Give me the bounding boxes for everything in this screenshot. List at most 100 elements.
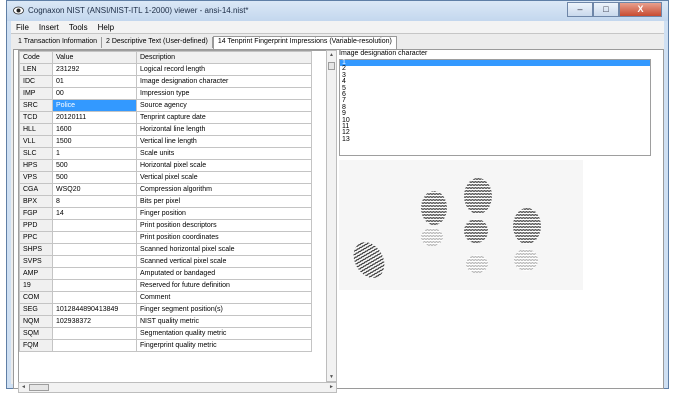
table-row[interactable]: FQM Fingerprint quality metric [19,339,312,352]
cell-value[interactable] [52,243,137,256]
cell-code: HPS [19,159,53,172]
cell-value[interactable]: 00 [52,87,137,100]
tab-strip: 1 Transaction Information 2 Descriptive … [14,36,397,49]
title-bar[interactable]: Cognaxon NIST (ANSI/NIST-ITL 1-2000) vie… [7,1,668,21]
column-header-code[interactable]: Code [19,51,53,64]
cell-value[interactable]: 01 [52,75,137,88]
cell-value[interactable] [52,339,137,352]
table-row[interactable]: COM Comment [19,291,312,304]
cell-value[interactable] [52,267,137,280]
scroll-down-arrow-icon[interactable]: ▼ [327,374,336,380]
cell-description: Bits per pixel [136,195,312,208]
table-row[interactable]: PPD Print position descriptors [19,219,312,232]
table-row[interactable]: HPS 500 Horizontal pixel scale [19,159,312,172]
table-row[interactable]: SQM Segmentation quality metric [19,327,312,340]
table-header-row: Code Value Description [19,51,312,64]
cell-description: Amputated or bandaged [136,267,312,280]
cell-value[interactable]: 8 [52,195,137,208]
cell-value[interactable]: 1012844890413849 [52,303,137,316]
cell-value[interactable] [52,327,137,340]
cell-value[interactable]: 102938372 [52,315,137,328]
cell-description: Impression type [136,87,312,100]
vertical-scroll-thumb[interactable] [328,62,335,70]
table-row[interactable]: BPX 8 Bits per pixel [19,195,312,208]
tab-descriptive-text[interactable]: 2 Descriptive Text (User-defined) [102,37,213,48]
cell-value[interactable]: 231292 [52,63,137,76]
cell-value[interactable]: 1600 [52,123,137,136]
cell-description: Finger position [136,207,312,220]
cell-code: IDC [19,75,53,88]
cell-value[interactable] [52,231,137,244]
cell-code: SQM [19,327,53,340]
cell-value[interactable]: 1500 [52,135,137,148]
menu-help[interactable]: Help [98,23,114,32]
cell-description: Segmentation quality metric [136,327,312,340]
scroll-left-arrow-icon[interactable]: ◄ [21,384,26,390]
cell-value[interactable]: 500 [52,159,137,172]
table-row[interactable]: IDC 01 Image designation character [19,75,312,88]
cell-description: Vertical pixel scale [136,171,312,184]
minimize-button[interactable]: – [567,2,593,17]
table-row[interactable]: IMP 00 Impression type [19,87,312,100]
table-row[interactable]: NQM 102938372 NIST quality metric [19,315,312,328]
maximize-button[interactable]: □ [593,2,619,17]
menu-tools[interactable]: Tools [69,23,88,32]
menu-insert[interactable]: Insert [39,23,59,32]
image-designation-listbox[interactable]: 1 2 3 4 5 6 7 8 9 10 11 12 13 [339,59,651,156]
list-item[interactable]: 13 [340,136,650,143]
cell-description: Tenprint capture date [136,111,312,124]
cell-description: Print position coordinates [136,231,312,244]
image-designation-label: Image designation character [339,50,428,57]
cell-value[interactable]: 20120111 [52,111,137,124]
table-row[interactable]: VPS 500 Vertical pixel scale [19,171,312,184]
cell-description: Reserved for future definition [136,279,312,292]
cell-description: Scanned vertical pixel scale [136,255,312,268]
cell-value[interactable]: 14 [52,207,137,220]
cell-description: Fingerprint quality metric [136,339,312,352]
cell-value[interactable]: 1 [52,147,137,160]
table-row[interactable]: SLC 1 Scale units [19,147,312,160]
tab-panel: Code Value Description LEN 231292 Logical … [13,49,664,393]
table-row[interactable]: FGP 14 Finger position [19,207,312,220]
column-header-description[interactable]: Description [136,51,312,64]
cell-value[interactable] [52,291,137,304]
tab-transaction-information[interactable]: 1 Transaction Information [14,37,102,48]
cell-value[interactable] [52,255,137,268]
table-row[interactable]: PPC Print position coordinates [19,231,312,244]
grid-vertical-scrollbar[interactable]: ▲ ▼ [326,50,337,382]
table-row[interactable]: VLL 1500 Vertical line length [19,135,312,148]
cell-code: VPS [19,171,53,184]
tab-tenprint-impressions[interactable]: 14 Tenprint Fingerprint Impressions (Var… [212,36,397,49]
cell-code: HLL [19,123,53,136]
record-grid[interactable]: Code Value Description LEN 231292 Logical … [18,50,328,384]
column-header-value[interactable]: Value [52,51,137,64]
cell-description: Finger segment position(s) [136,303,312,316]
cell-code: PPD [19,219,53,232]
cell-value[interactable] [52,219,137,232]
table-row[interactable]: LEN 231292 Logical record length [19,63,312,76]
table-row[interactable]: CGA WSQ20 Compression algorithm [19,183,312,196]
app-window: Cognaxon NIST (ANSI/NIST-ITL 1-2000) vie… [6,0,669,393]
scroll-right-arrow-icon[interactable]: ► [329,384,334,390]
cell-value[interactable]: WSQ20 [52,183,137,196]
table-row[interactable]: HLL 1600 Horizontal line length [19,123,312,136]
menu-file[interactable]: File [16,23,29,32]
table-row[interactable]: SRC Police Source agency [19,99,312,112]
table-row[interactable]: SVPS Scanned vertical pixel scale [19,255,312,268]
close-button[interactable]: X [619,2,662,17]
table-row[interactable]: 19 Reserved for future definition [19,279,312,292]
table-row[interactable]: TCD 20120111 Tenprint capture date [19,111,312,124]
table-row[interactable]: SEG 1012844890413849 Finger segment positi… [19,303,312,316]
table-row[interactable]: AMP Amputated or bandaged [19,267,312,280]
grid-horizontal-scrollbar[interactable]: ◄ ► [18,382,337,393]
horizontal-scroll-thumb[interactable] [29,384,49,391]
cell-description: Image designation character [136,75,312,88]
table-row[interactable]: SHPS Scanned horizontal pixel scale [19,243,312,256]
cell-code: SVPS [19,255,53,268]
scroll-up-arrow-icon[interactable]: ▲ [327,52,336,58]
cell-code: COM [19,291,53,304]
cell-value[interactable] [52,279,137,292]
cell-value[interactable]: Police [52,99,137,112]
cell-value[interactable]: 500 [52,171,137,184]
cell-code: 19 [19,279,53,292]
